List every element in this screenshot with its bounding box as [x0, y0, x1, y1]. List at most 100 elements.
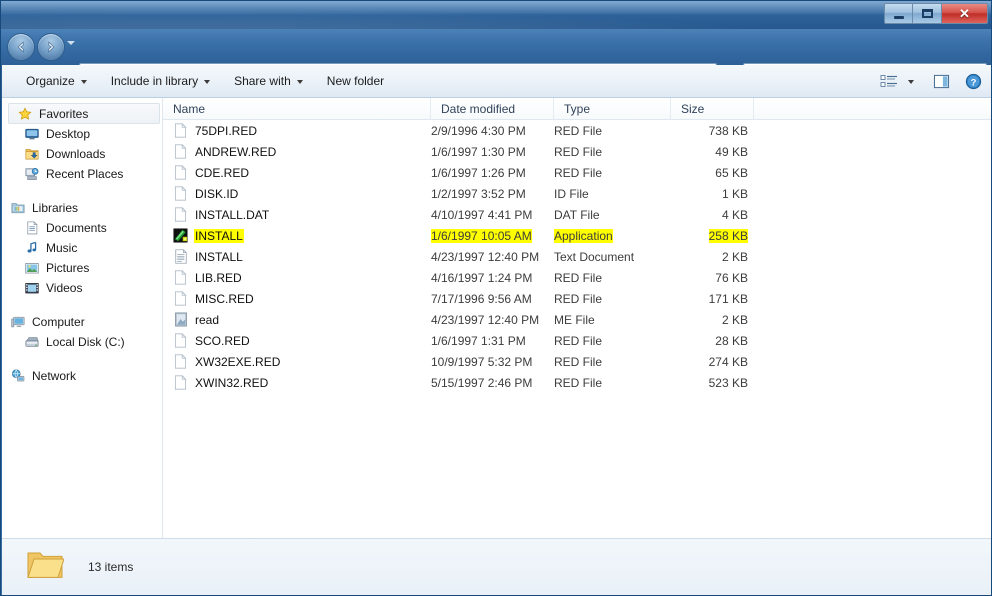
- file-name-label: ANDREW.RED: [195, 144, 277, 159]
- file-row[interactable]: CDE.RED 1/6/1997 1:26 PM RED File 65 KB: [163, 162, 991, 183]
- sidebar-item-label: Documents: [46, 221, 107, 235]
- toolbar-item-share-with[interactable]: Share with: [224, 69, 313, 93]
- toolbar-item-label: New folder: [326, 74, 385, 88]
- sidebar-item-downloads[interactable]: Downloads: [2, 144, 162, 164]
- help-icon: ?: [965, 73, 981, 89]
- file-size-label: 2 KB: [721, 249, 748, 264]
- navigation-bar: ▶ xdemo32: [1, 29, 991, 85]
- toolbar-item-organize[interactable]: Organize: [16, 69, 97, 93]
- sidebar-item-network[interactable]: Network: [2, 366, 162, 386]
- sidebar-item-label: Computer: [32, 315, 85, 329]
- file-size-label: 4 KB: [721, 207, 748, 222]
- file-size-label: 258 KB: [708, 228, 748, 243]
- file-list-pane[interactable]: Name Date modified Type Size 75DPI.RED 2/…: [163, 98, 991, 538]
- sidebar-item-recent-places[interactable]: Recent Places: [2, 164, 162, 184]
- file-name-cell[interactable]: XW32EXE.RED: [163, 354, 431, 370]
- file-type-label: ID File: [554, 186, 589, 201]
- view-options-chevron-down-icon[interactable]: [908, 80, 914, 84]
- toolbar-item-label: Include in library: [110, 74, 199, 88]
- file-type-cell: Text Document: [554, 250, 671, 264]
- file-row[interactable]: XWIN32.RED 5/15/1997 2:46 PM RED File 523 K…: [163, 372, 991, 393]
- file-name-cell[interactable]: 75DPI.RED: [163, 123, 431, 139]
- change-view-button[interactable]: [876, 69, 902, 93]
- file-name-cell[interactable]: XWIN32.RED: [163, 375, 431, 391]
- file-date-cell: 5/15/1997 2:46 PM: [431, 376, 554, 390]
- file-row[interactable]: INSTALL 1/6/1997 10:05 AM Application 258 K…: [163, 225, 991, 246]
- sidebar-item-libraries[interactable]: Libraries: [2, 198, 162, 218]
- toolbar-item-include-in-library[interactable]: Include in library: [101, 69, 220, 93]
- generic-file-icon: [173, 354, 188, 370]
- column-header-date-modified[interactable]: Date modified: [431, 98, 554, 120]
- back-button[interactable]: [7, 33, 35, 61]
- file-name-label: DISK.ID: [195, 186, 239, 201]
- network-icon: [10, 368, 26, 384]
- close-button[interactable]: ✕: [942, 3, 988, 24]
- file-name-cell[interactable]: INSTALL: [163, 228, 431, 244]
- sidebar-item-desktop[interactable]: Desktop: [2, 124, 162, 144]
- sidebar-item-music[interactable]: Music: [2, 238, 162, 258]
- file-type-cell: RED File: [554, 376, 671, 390]
- toolbar-item-new-folder[interactable]: New folder: [317, 69, 394, 93]
- file-type-label: RED File: [554, 123, 603, 138]
- generic-file-icon: [173, 186, 188, 202]
- sidebar-item-local-disk-c[interactable]: Local Disk (C:): [2, 332, 162, 352]
- file-row[interactable]: 75DPI.RED 2/9/1996 4:30 PM RED File 738 KB: [163, 120, 991, 141]
- file-row[interactable]: INSTALL.DAT 4/10/1997 4:41 PM DAT File 4 KB: [163, 204, 991, 225]
- file-row[interactable]: MISC.RED 7/17/1996 9:56 AM RED File 171 KB: [163, 288, 991, 309]
- recent-pages-caret-icon[interactable]: [67, 41, 75, 45]
- toolbar-right-group: ?: [876, 69, 986, 93]
- back-arrow-icon: [17, 41, 24, 53]
- file-row[interactable]: read 4/23/1997 12:40 PM ME File 2 KB: [163, 309, 991, 330]
- file-type-label: RED File: [554, 144, 603, 159]
- help-button[interactable]: ?: [960, 69, 986, 93]
- file-name-cell[interactable]: SCO.RED: [163, 333, 431, 349]
- sidebar-item-computer[interactable]: Computer: [2, 312, 162, 332]
- file-date-cell: 1/2/1997 3:52 PM: [431, 187, 554, 201]
- file-row[interactable]: SCO.RED 1/6/1997 1:31 PM RED File 28 KB: [163, 330, 991, 351]
- sidebar-item-documents[interactable]: Documents: [2, 218, 162, 238]
- file-row[interactable]: INSTALL 4/23/1997 12:40 PM Text Document 2 …: [163, 246, 991, 267]
- generic-file-icon: [173, 207, 188, 223]
- status-folder-icon: [26, 549, 65, 586]
- file-type-cell: RED File: [554, 271, 671, 285]
- titlebar-gloss: [1, 1, 991, 14]
- file-name-cell[interactable]: read: [163, 312, 431, 328]
- document-icon: [24, 220, 40, 236]
- file-name-cell[interactable]: CDE.RED: [163, 165, 431, 181]
- file-name-cell[interactable]: MISC.RED: [163, 291, 431, 307]
- file-name-cell[interactable]: DISK.ID: [163, 186, 431, 202]
- minimize-button[interactable]: [884, 3, 913, 24]
- column-header-size[interactable]: Size: [671, 98, 754, 120]
- column-header-type[interactable]: Type: [554, 98, 671, 120]
- file-name-cell[interactable]: INSTALL: [163, 249, 431, 265]
- sidebar-item-pictures[interactable]: Pictures: [2, 258, 162, 278]
- file-type-cell: Application: [554, 228, 671, 243]
- sidebar-item-label: Music: [46, 241, 78, 255]
- file-row[interactable]: XW32EXE.RED 10/9/1997 5:32 PM RED File 274 …: [163, 351, 991, 372]
- sidebar-item-videos[interactable]: Videos: [2, 278, 162, 298]
- file-name-cell[interactable]: ANDREW.RED: [163, 144, 431, 160]
- file-name-label: XW32EXE.RED: [195, 354, 281, 369]
- preview-pane-button[interactable]: [928, 69, 954, 93]
- file-size-label: 171 KB: [708, 291, 748, 306]
- file-type-cell: DAT File: [554, 208, 671, 222]
- file-name-cell[interactable]: LIB.RED: [163, 270, 431, 286]
- generic-file-icon: [173, 165, 188, 181]
- file-date-label: 1/6/1997 1:31 PM: [431, 333, 526, 348]
- file-name-cell[interactable]: INSTALL.DAT: [163, 207, 431, 223]
- text-document-icon: [173, 249, 188, 265]
- file-size-cell: 1 KB: [671, 187, 754, 201]
- file-row[interactable]: ANDREW.RED 1/6/1997 1:30 PM RED File 49 KB: [163, 141, 991, 162]
- file-name-label: SCO.RED: [195, 333, 250, 348]
- file-rows: 75DPI.RED 2/9/1996 4:30 PM RED File 738 KB A…: [163, 120, 991, 393]
- file-row[interactable]: DISK.ID 1/2/1997 3:52 PM ID File 1 KB: [163, 183, 991, 204]
- file-row[interactable]: LIB.RED 4/16/1997 1:24 PM RED File 76 KB: [163, 267, 991, 288]
- forward-button[interactable]: [37, 33, 65, 61]
- file-size-label: 28 KB: [715, 333, 748, 348]
- maximize-button[interactable]: [913, 3, 942, 24]
- navigation-pane[interactable]: Favorites Desktop Downloads Recent Place…: [2, 98, 163, 538]
- column-header-name[interactable]: Name: [163, 98, 431, 120]
- sidebar-item-favorites[interactable]: Favorites: [8, 103, 160, 124]
- file-date-cell: 4/16/1997 1:24 PM: [431, 271, 554, 285]
